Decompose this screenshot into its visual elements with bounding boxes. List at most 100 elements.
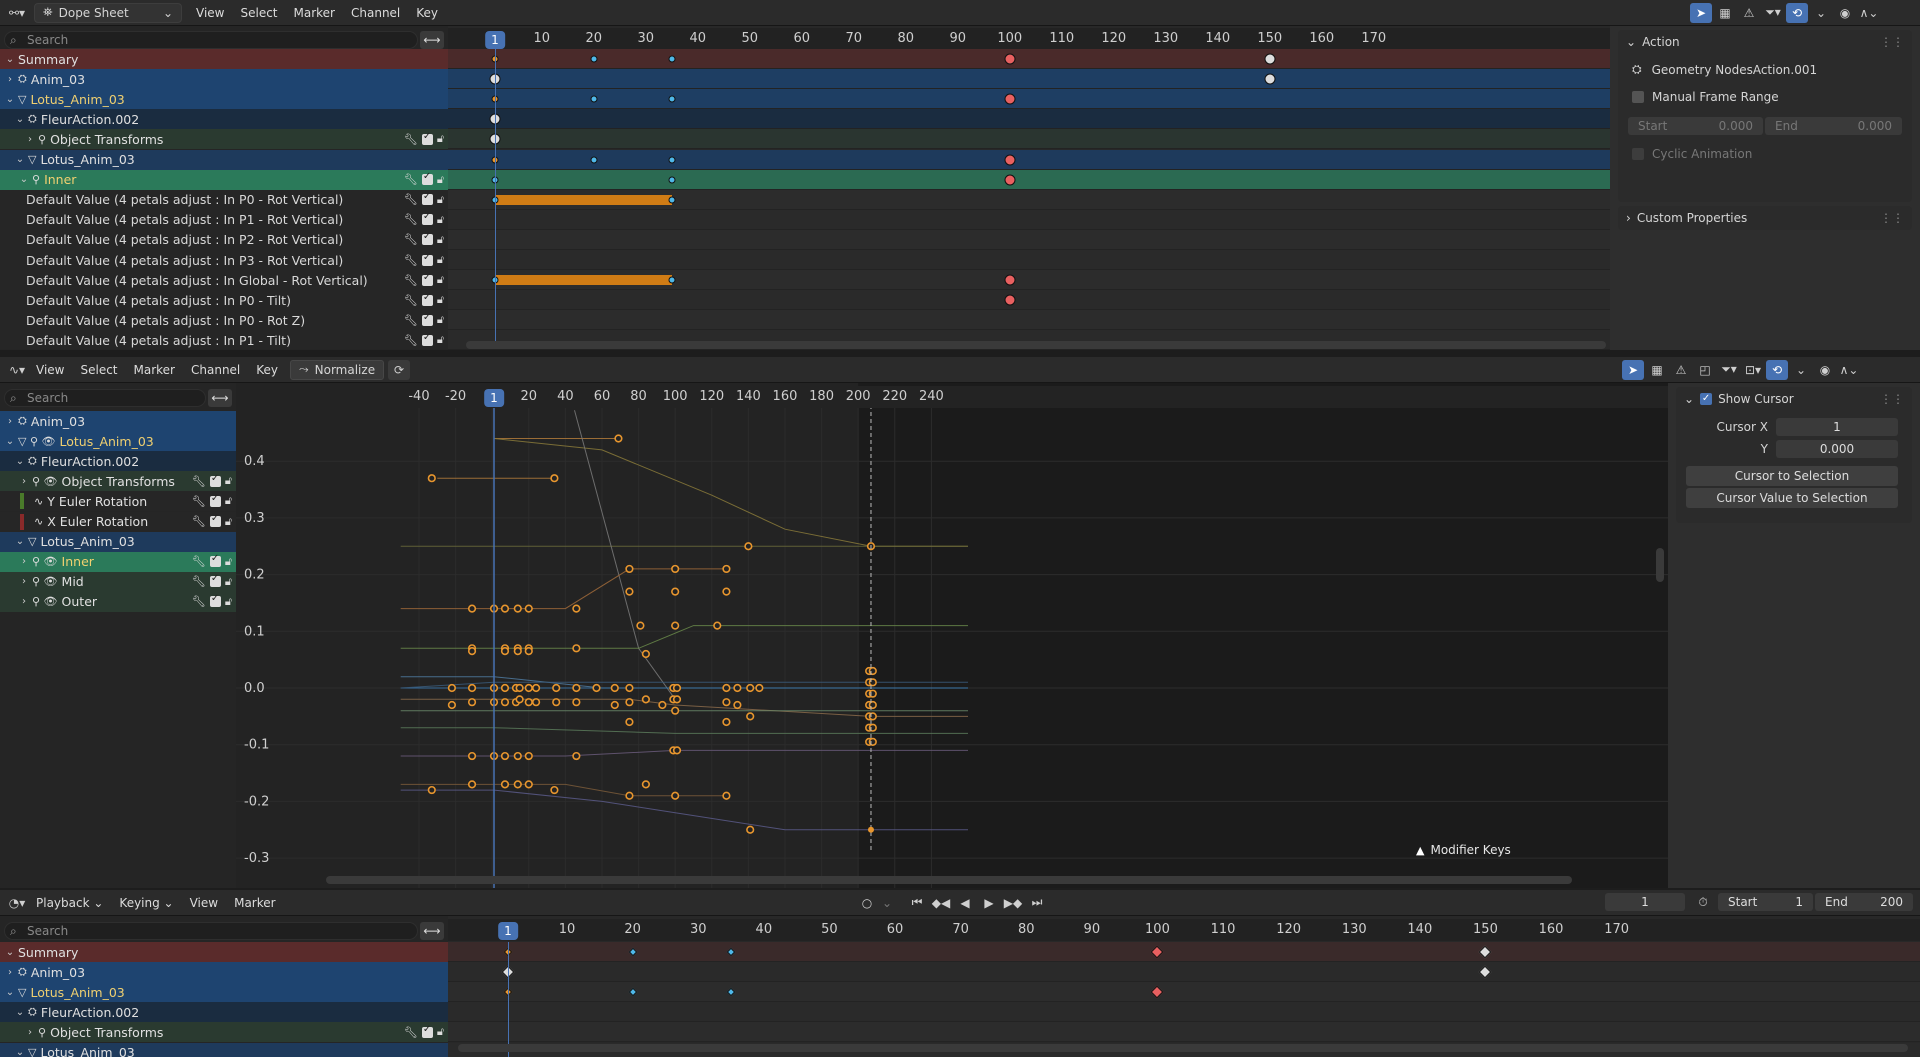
current-frame-indicator[interactable]: 1 <box>484 389 504 407</box>
swap-icon[interactable]: ⟷ <box>420 922 444 940</box>
mute-checkbox[interactable] <box>421 1024 433 1038</box>
chevron-down-icon[interactable]: ⌄ <box>1790 360 1812 380</box>
graph-search-input[interactable]: ⌕ Search <box>4 389 206 407</box>
expand-toggle-icon[interactable]: › <box>18 576 30 587</box>
graph-keyframe[interactable] <box>672 746 682 755</box>
modifier-wrench-icon[interactable]: 🔧︎ <box>404 193 418 206</box>
play-icon[interactable]: ▶ <box>978 893 1000 913</box>
keyframe[interactable] <box>1004 174 1016 186</box>
expand-toggle-icon[interactable]: ⌄ <box>4 987 16 998</box>
modifier-wrench-icon[interactable]: 🔧︎ <box>192 475 206 488</box>
graph-keyframe[interactable] <box>467 751 477 761</box>
graph-keyframe[interactable] <box>713 621 722 630</box>
keyframe[interactable] <box>668 95 676 103</box>
editor-type-icon[interactable]: ⚯▾ <box>6 3 28 23</box>
graph-keyframe[interactable] <box>524 751 533 761</box>
graph-keyframe[interactable] <box>722 683 731 693</box>
menu-view[interactable]: View <box>188 6 232 20</box>
modifier-wrench-icon[interactable]: 🔧︎ <box>192 495 206 508</box>
marker[interactable]: ▲ Modifier Keys <box>1416 843 1511 857</box>
graph-keyframe[interactable] <box>550 474 559 483</box>
dope-channel-row[interactable]: Default Value (4 petals adjust : In Glob… <box>0 270 448 291</box>
graph-keyframe[interactable] <box>671 791 680 800</box>
graph-channel-row[interactable]: ∿Y Euler Rotation 🔧︎ 🔓︎ <box>0 491 236 512</box>
graph-keyframe[interactable] <box>625 587 634 596</box>
graph-keyframe[interactable] <box>671 587 680 596</box>
filter-icon[interactable]: ⏷▾ <box>1718 360 1740 380</box>
expand-toggle-icon[interactable]: › <box>4 416 16 427</box>
graph-keyframe[interactable] <box>625 564 634 574</box>
modifier-wrench-icon[interactable]: 🔧︎ <box>404 254 418 267</box>
mute-checkbox[interactable] <box>209 493 221 507</box>
graph-keyframe[interactable] <box>467 647 477 656</box>
menu-key[interactable]: Key <box>248 363 286 377</box>
snap-icon[interactable]: ⟲ <box>1786 2 1808 23</box>
graph-keyframe[interactable] <box>746 712 755 721</box>
mute-checkbox[interactable] <box>421 211 433 226</box>
keyframe[interactable] <box>1004 154 1016 165</box>
expand-toggle-icon[interactable]: ⌄ <box>14 1047 26 1057</box>
playhead-line[interactable] <box>495 49 496 349</box>
modifier-wrench-icon[interactable]: 🔧︎ <box>404 274 418 287</box>
expand-toggle-icon[interactable]: ⌄ <box>18 174 30 185</box>
mute-checkbox[interactable] <box>421 171 433 186</box>
modifier-wrench-icon[interactable]: 🔧︎ <box>192 515 206 528</box>
graph-keyframe[interactable] <box>513 780 522 789</box>
graph-keyframe[interactable] <box>625 791 634 800</box>
graph-keyframe[interactable] <box>447 700 457 710</box>
expand-toggle-icon[interactable]: ⌄ <box>4 436 16 447</box>
chevron-down-icon[interactable]: ⌄ <box>880 893 894 913</box>
graph-channel-row[interactable]: ∿X Euler Rotation 🔧︎ 🔓︎ <box>0 511 236 532</box>
graph-keyframe[interactable] <box>524 698 533 707</box>
expand-toggle-icon[interactable]: ⌄ <box>14 536 26 547</box>
dope-channel-row[interactable]: Default Value (4 petals adjust : In P3 -… <box>0 250 448 271</box>
graph-keyframe[interactable] <box>572 604 581 613</box>
prev-keyframe-icon[interactable]: ◆◀ <box>930 893 952 913</box>
graph-curves-canvas[interactable]: 0.4 0.3 0.2 0.1 0.0 -0.1 -0.2 -0.3 <box>236 383 1668 888</box>
graph-keyframe[interactable] <box>500 698 510 707</box>
drag-handle-icon[interactable]: ⋮⋮ <box>1880 35 1904 49</box>
show-hidden-icon[interactable]: ▦ <box>1646 360 1668 380</box>
mute-checkbox[interactable] <box>421 332 433 346</box>
modifier-wrench-icon[interactable]: 🔧︎ <box>404 294 418 307</box>
keyframe[interactable] <box>726 987 736 997</box>
errors-icon[interactable]: ⚠ <box>1670 360 1692 380</box>
keyframe[interactable] <box>1004 274 1016 286</box>
graph-keyframe[interactable] <box>467 698 477 707</box>
menu-select[interactable]: Select <box>232 6 285 20</box>
modifier-wrench-icon[interactable]: 🔧︎ <box>192 575 206 588</box>
graph-keyframe[interactable] <box>658 700 667 710</box>
graph-keyframe[interactable] <box>550 785 559 795</box>
current-frame-field[interactable]: 1 <box>1605 893 1685 911</box>
keyframe[interactable] <box>590 95 598 103</box>
graph-keyframe[interactable] <box>515 695 524 704</box>
lock-icon[interactable]: 🔓︎ <box>225 474 232 488</box>
fcurve[interactable] <box>574 410 676 700</box>
snap-icon[interactable]: ⟲ <box>1766 359 1788 380</box>
manual-frame-range-checkbox[interactable] <box>1632 91 1644 103</box>
expand-toggle-icon[interactable]: › <box>18 476 30 487</box>
keyframe[interactable] <box>590 55 598 63</box>
dope-channel-row[interactable]: ⌄⚲Inner 🔧︎ 🔓︎ <box>0 169 448 190</box>
graph-keyframe[interactable] <box>625 717 634 727</box>
lock-icon[interactable]: 🔓︎ <box>437 253 444 267</box>
graph-channel-row[interactable]: ›⚲ 👁︎Mid 🔧︎ 🔓︎ <box>0 571 236 592</box>
graph-keyframe[interactable] <box>722 717 731 727</box>
menu-marker[interactable]: Marker <box>286 6 343 20</box>
menu-marker[interactable]: Marker <box>126 363 183 377</box>
graph-keyframe[interactable] <box>572 751 581 761</box>
only-selected-icon[interactable]: ➤ <box>1622 359 1644 380</box>
auto-normalize-icon[interactable]: ⟳ <box>388 359 411 380</box>
modifier-wrench-icon[interactable]: 🔧︎ <box>404 173 418 186</box>
errors-icon[interactable]: ⚠ <box>1738 3 1760 23</box>
hold-bar[interactable] <box>495 275 672 286</box>
graph-keyframe[interactable] <box>722 564 731 574</box>
graph-keyframe[interactable] <box>552 698 561 707</box>
mute-checkbox[interactable] <box>421 312 433 326</box>
timeline-channel-row[interactable]: ⌄ Summary <box>0 942 448 963</box>
lock-icon[interactable]: 🔓︎ <box>437 213 444 227</box>
modifier-wrench-icon[interactable]: 🔧︎ <box>404 1026 418 1039</box>
chevron-down-icon[interactable]: ⌄ <box>1684 392 1694 406</box>
graph-keyframe[interactable] <box>671 621 680 630</box>
menu-playback[interactable]: Playback ⌄ <box>28 896 111 910</box>
